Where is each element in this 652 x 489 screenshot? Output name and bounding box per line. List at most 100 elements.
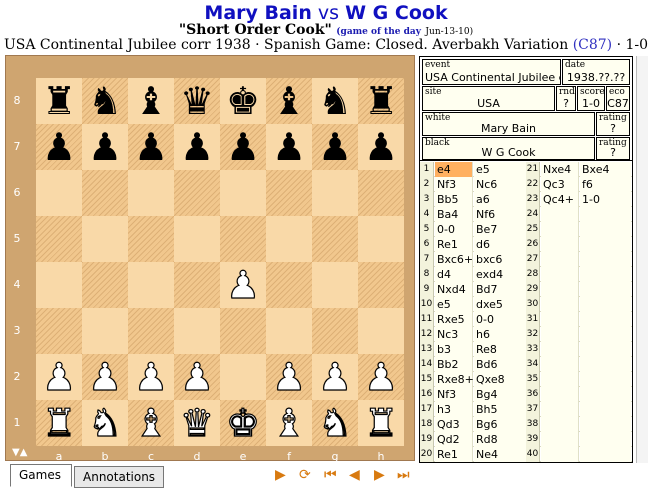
black-move[interactable] xyxy=(580,312,631,327)
white-pawn-icon[interactable]: ♟ xyxy=(225,262,260,308)
white-rook-icon[interactable]: ♜ xyxy=(363,400,398,446)
white-bishop-icon[interactable]: ♝ xyxy=(133,400,168,446)
square-g7[interactable]: ♟ xyxy=(312,124,358,170)
square-a5[interactable] xyxy=(36,216,82,262)
white-move[interactable]: d4 xyxy=(435,267,473,282)
black-move[interactable] xyxy=(580,357,631,372)
game-of-the-day-label[interactable]: (game of the day xyxy=(336,27,421,37)
black-move[interactable] xyxy=(580,432,631,447)
black-move[interactable]: f6 xyxy=(580,177,631,192)
white-move[interactable] xyxy=(541,237,579,252)
white-move[interactable] xyxy=(541,372,579,387)
white-move[interactable] xyxy=(541,222,579,237)
black-move[interactable] xyxy=(580,387,631,402)
square-e1[interactable]: ♚ xyxy=(220,400,266,446)
black-pawn-icon[interactable]: ♟ xyxy=(134,124,168,170)
tab-games[interactable]: Games xyxy=(10,464,72,487)
first-move-icon[interactable]: ⏮ xyxy=(324,467,337,483)
square-e8[interactable]: ♚ xyxy=(220,78,266,124)
square-e7[interactable]: ♟ xyxy=(220,124,266,170)
flip-board-icon[interactable]: ⟳ xyxy=(299,467,311,483)
white-move[interactable]: Qc4+ xyxy=(541,192,579,207)
square-g5[interactable] xyxy=(312,216,358,262)
square-e3[interactable] xyxy=(220,308,266,354)
black-move[interactable] xyxy=(580,372,631,387)
square-b7[interactable]: ♟ xyxy=(82,124,128,170)
black-move[interactable]: Bxe4 xyxy=(580,162,631,177)
white-move[interactable] xyxy=(541,447,579,462)
square-c4[interactable] xyxy=(128,262,174,308)
flip-board-marker[interactable]: ▼▲ xyxy=(12,447,27,458)
white-move[interactable]: 0-0 xyxy=(435,222,473,237)
black-move[interactable] xyxy=(580,252,631,267)
black-move[interactable]: Bd7 xyxy=(474,282,527,297)
vertical-scrollbar[interactable] xyxy=(636,56,648,463)
square-g3[interactable] xyxy=(312,308,358,354)
black-move[interactable] xyxy=(580,297,631,312)
white-pawn-icon[interactable]: ♟ xyxy=(133,354,168,400)
white-player-link[interactable]: Mary Bain xyxy=(204,2,311,24)
square-d8[interactable]: ♛ xyxy=(174,78,220,124)
square-f3[interactable] xyxy=(266,308,312,354)
black-move[interactable]: Rd8 xyxy=(474,432,527,447)
square-b1[interactable]: ♞ xyxy=(82,400,128,446)
square-f6[interactable] xyxy=(266,170,312,216)
white-move[interactable]: Re1 xyxy=(435,447,473,462)
white-move[interactable]: Qd2 xyxy=(435,432,473,447)
square-h3[interactable] xyxy=(358,308,404,354)
black-move[interactable]: d6 xyxy=(474,237,527,252)
square-c2[interactable]: ♟ xyxy=(128,354,174,400)
square-b8[interactable]: ♞ xyxy=(82,78,128,124)
square-c1[interactable]: ♝ xyxy=(128,400,174,446)
white-pawn-icon[interactable]: ♟ xyxy=(363,354,398,400)
black-pawn-icon[interactable]: ♟ xyxy=(364,124,398,170)
white-move[interactable]: Nc3 xyxy=(435,327,473,342)
black-move[interactable]: Bh5 xyxy=(474,402,527,417)
black-rook-icon[interactable]: ♜ xyxy=(42,78,76,124)
square-d1[interactable]: ♛ xyxy=(174,400,220,446)
last-move-icon[interactable]: ⏭ xyxy=(397,467,410,483)
square-d7[interactable]: ♟ xyxy=(174,124,220,170)
black-move[interactable] xyxy=(580,447,631,462)
black-queen-icon[interactable]: ♛ xyxy=(180,78,214,124)
square-b3[interactable] xyxy=(82,308,128,354)
white-knight-icon[interactable]: ♞ xyxy=(317,400,352,446)
white-move[interactable]: Bxc6+ xyxy=(435,252,473,267)
black-move[interactable] xyxy=(580,222,631,237)
white-move[interactable]: h3 xyxy=(435,402,473,417)
white-move[interactable] xyxy=(541,342,579,357)
square-f8[interactable]: ♝ xyxy=(266,78,312,124)
white-move[interactable]: Nxd4 xyxy=(435,282,473,297)
square-a6[interactable] xyxy=(36,170,82,216)
black-move[interactable]: Bd6 xyxy=(474,357,527,372)
square-f1[interactable]: ♝ xyxy=(266,400,312,446)
black-move[interactable] xyxy=(580,267,631,282)
square-d5[interactable] xyxy=(174,216,220,262)
black-move[interactable]: Bg4 xyxy=(474,387,527,402)
white-pawn-icon[interactable]: ♟ xyxy=(317,354,352,400)
black-pawn-icon[interactable]: ♟ xyxy=(42,124,76,170)
black-pawn-icon[interactable]: ♟ xyxy=(88,124,122,170)
square-c7[interactable]: ♟ xyxy=(128,124,174,170)
white-move[interactable]: e4 xyxy=(435,162,473,177)
white-move[interactable] xyxy=(541,297,579,312)
white-pawn-icon[interactable]: ♟ xyxy=(87,354,122,400)
square-d2[interactable]: ♟ xyxy=(174,354,220,400)
black-knight-icon[interactable]: ♞ xyxy=(318,78,352,124)
black-move[interactable]: Qxe8 xyxy=(474,372,527,387)
white-move[interactable]: e5 xyxy=(435,297,473,312)
black-move[interactable] xyxy=(580,207,631,222)
black-move[interactable]: Bg6 xyxy=(474,417,527,432)
square-c8[interactable]: ♝ xyxy=(128,78,174,124)
black-move[interactable] xyxy=(580,342,631,357)
square-d3[interactable] xyxy=(174,308,220,354)
black-move[interactable] xyxy=(580,417,631,432)
white-pawn-icon[interactable]: ♟ xyxy=(41,354,76,400)
white-rook-icon[interactable]: ♜ xyxy=(41,400,76,446)
square-a8[interactable]: ♜ xyxy=(36,78,82,124)
white-move[interactable]: Ba4 xyxy=(435,207,473,222)
square-b5[interactable] xyxy=(82,216,128,262)
square-h1[interactable]: ♜ xyxy=(358,400,404,446)
black-move[interactable]: h6 xyxy=(474,327,527,342)
black-move[interactable]: Nc6 xyxy=(474,177,527,192)
